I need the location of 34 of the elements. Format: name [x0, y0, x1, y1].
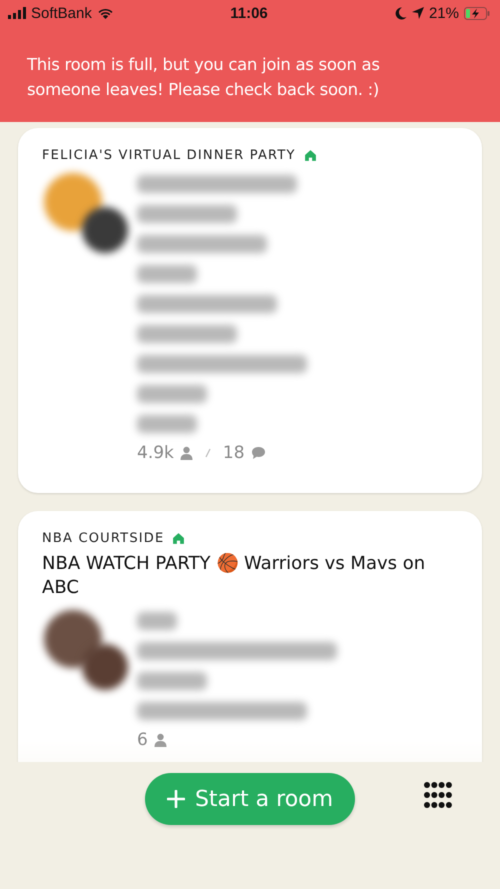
wifi-icon	[96, 7, 114, 19]
room-card[interactable]: FELICIA'S VIRTUAL DINNER PARTY 4.9k 18	[18, 128, 482, 493]
house-icon	[304, 149, 317, 162]
listener-count: 4.9k	[137, 443, 174, 463]
avatar	[42, 608, 104, 670]
house-icon	[172, 532, 186, 545]
person-icon	[154, 733, 167, 747]
person-icon	[180, 446, 193, 460]
room-full-message: This room is full, but you can join as soon as someone leaves! Please check back soon. :)	[26, 54, 381, 101]
signal-icon	[8, 7, 26, 19]
moon-icon	[394, 6, 407, 20]
speaker-count: 18	[222, 443, 245, 463]
slash-separator-icon	[204, 448, 211, 458]
blurred-name	[137, 672, 207, 690]
blurred-name	[137, 385, 207, 403]
blurred-name	[137, 265, 197, 283]
blurred-name	[137, 415, 197, 433]
battery-charging-icon	[464, 6, 490, 20]
avatar	[80, 205, 130, 255]
clock-time: 11:06	[230, 4, 268, 22]
blurred-name	[137, 612, 177, 630]
battery-percent: 21%	[428, 4, 459, 22]
plus-icon	[166, 790, 185, 808]
location-arrow-icon	[412, 7, 424, 19]
club-name: FELICIA'S VIRTUAL DINNER PARTY	[42, 148, 296, 163]
chat-bubble-icon	[250, 446, 266, 460]
room-title: NBA WATCH PARTY 🏀 Warriors vs Mavs on ABC	[42, 552, 426, 600]
avatar	[42, 171, 104, 233]
club-name: NBA COURTSIDE	[42, 531, 164, 546]
carrier-name: SoftBank	[31, 4, 92, 22]
listener-count: 6	[137, 730, 148, 750]
room-card[interactable]: NBA COURTSIDE NBA WATCH PARTY 🏀 Warriors vs Mavs on ABC 6	[18, 511, 482, 762]
grid-menu-icon[interactable]	[424, 781, 452, 809]
avatar	[80, 642, 130, 692]
